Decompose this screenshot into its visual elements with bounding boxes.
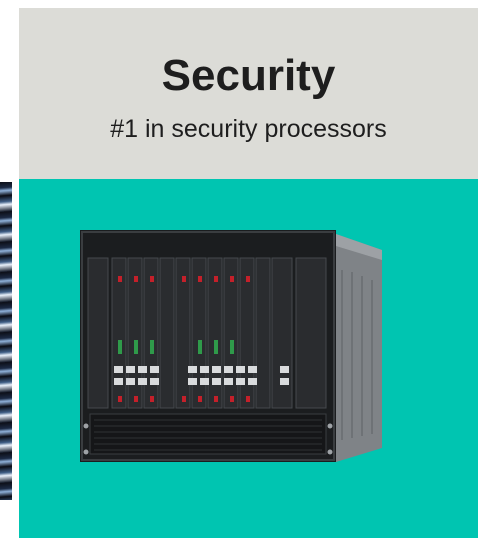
card-title: Security	[161, 51, 336, 100]
server-chassis-image	[80, 230, 382, 462]
adjacent-card-image	[0, 182, 12, 500]
card-header: Security #1 in security processors	[19, 8, 478, 179]
adjacent-card-edge	[0, 0, 12, 538]
card-subtitle: #1 in security processors	[110, 115, 387, 143]
